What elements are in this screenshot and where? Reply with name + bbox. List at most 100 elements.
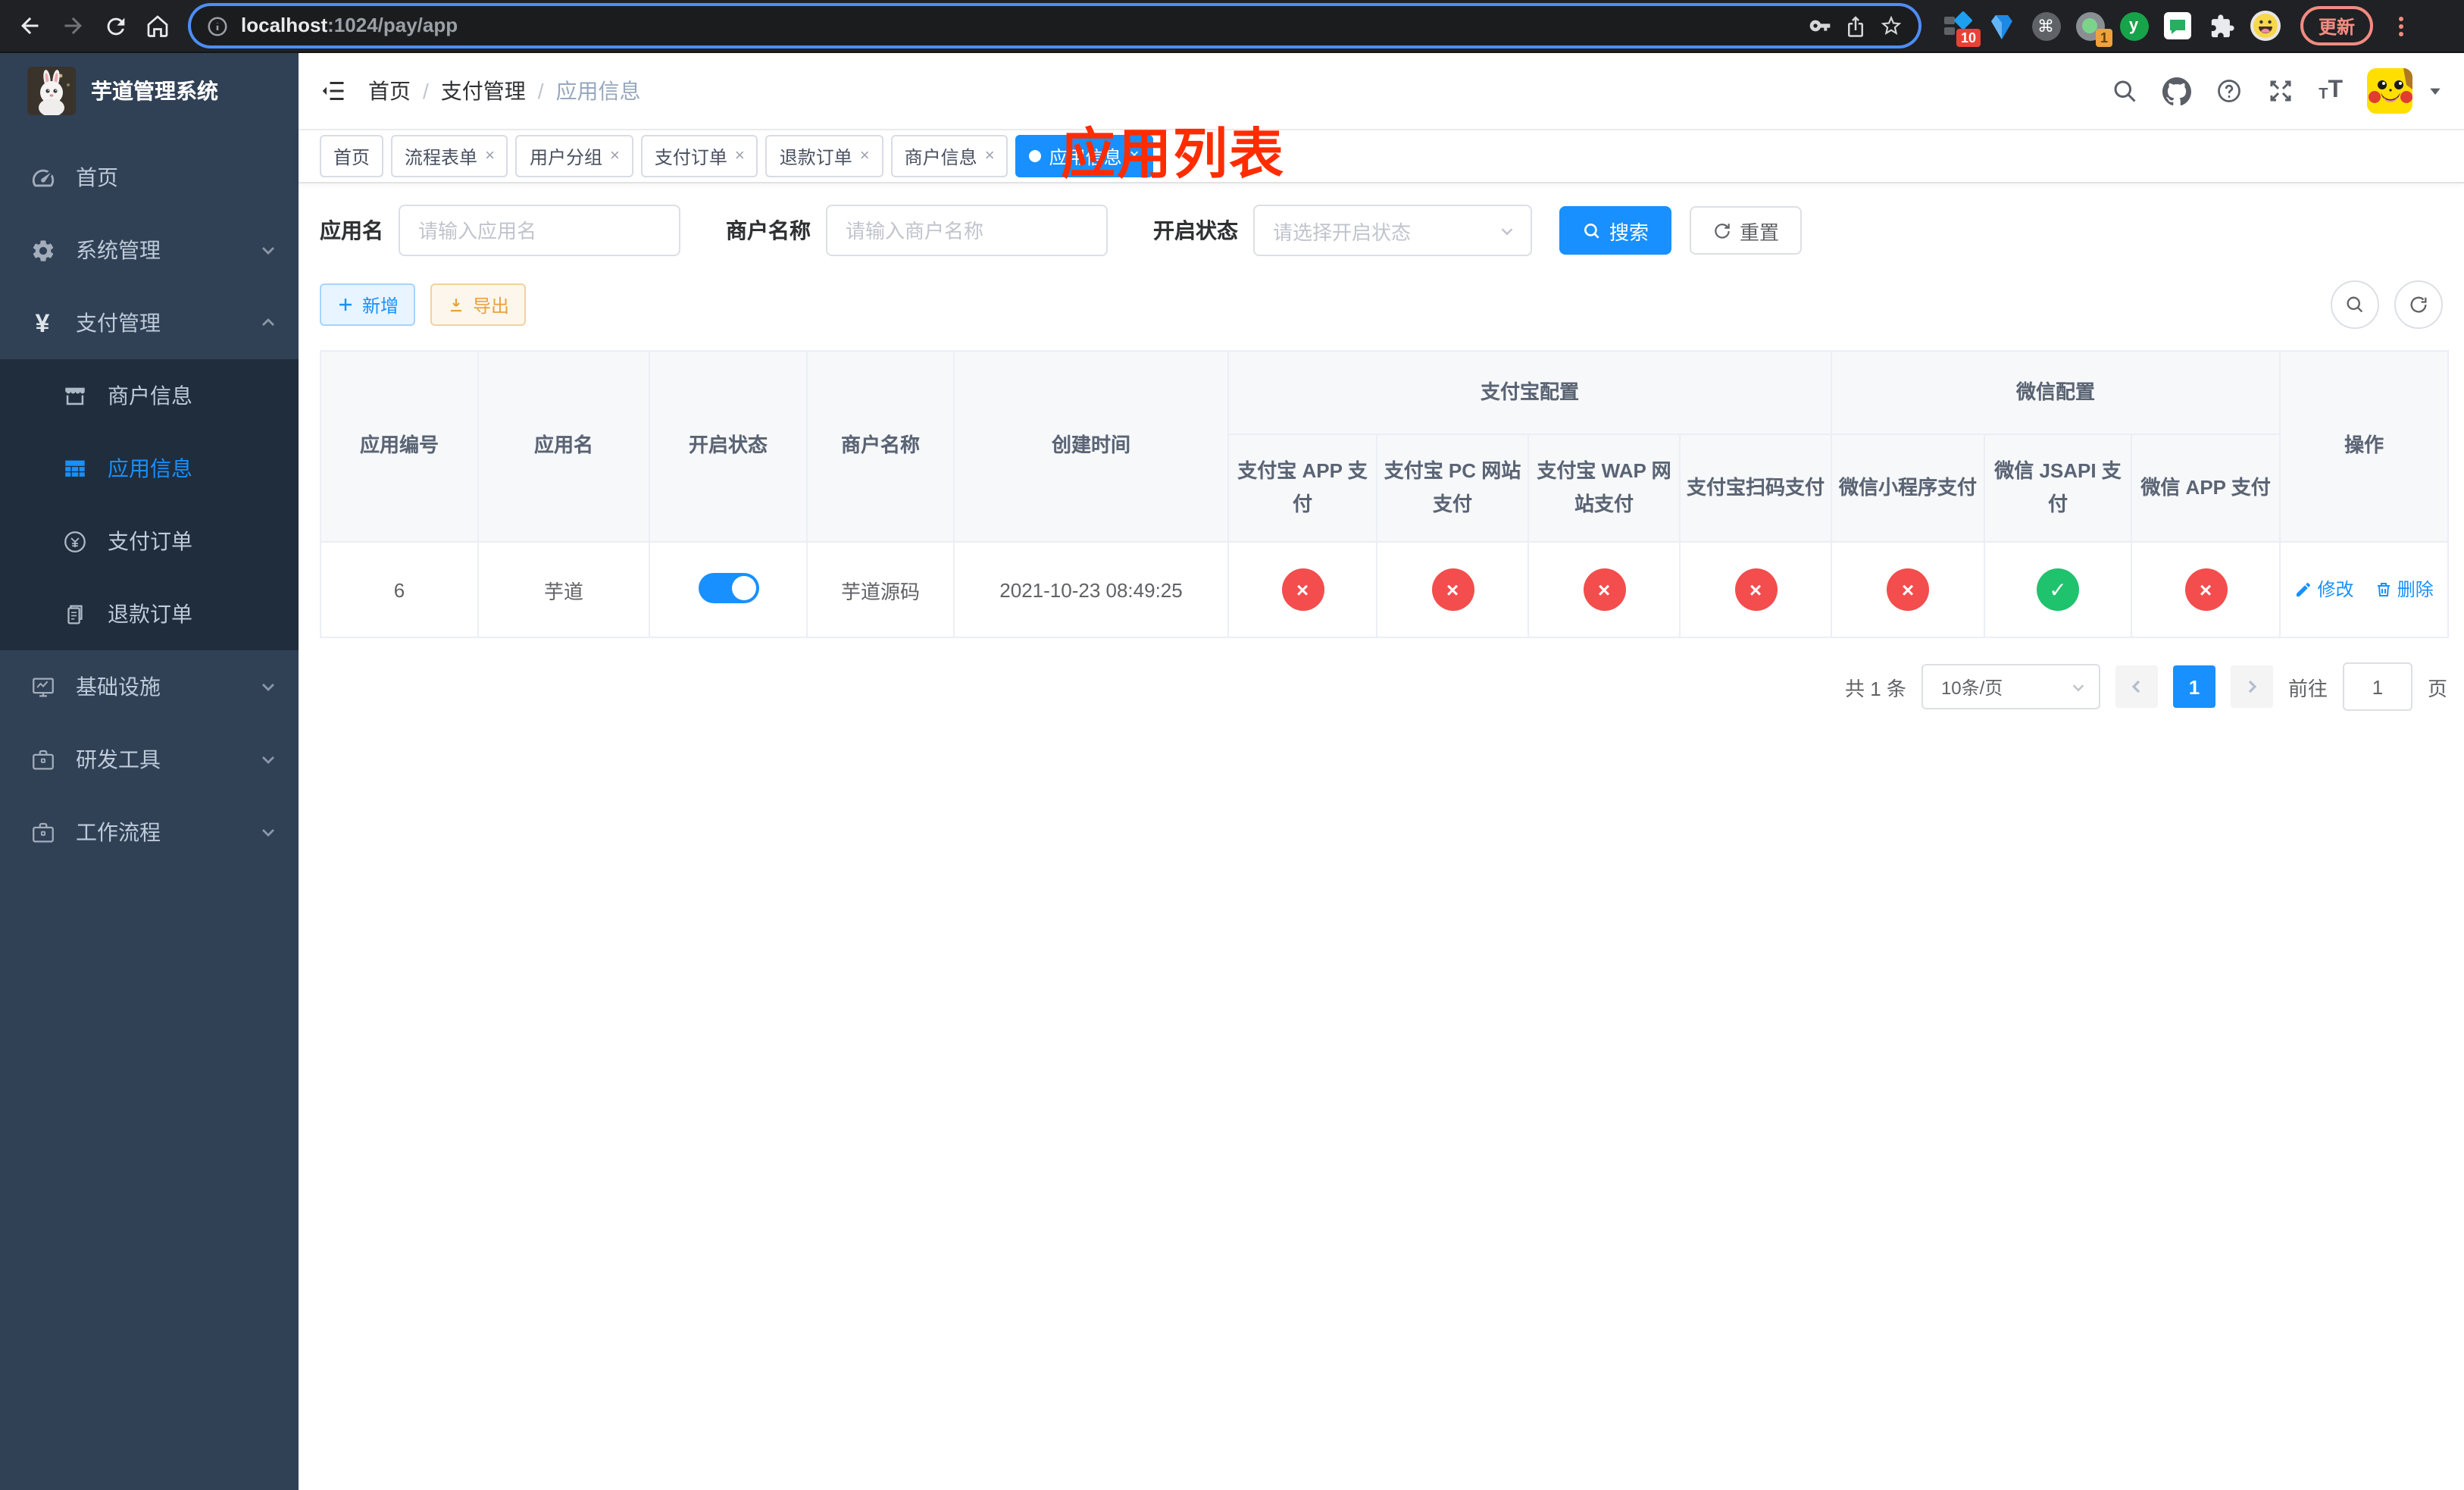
browser-menu-icon[interactable]: [2399, 16, 2404, 36]
close-icon[interactable]: ×: [735, 147, 745, 164]
extension-loom-icon[interactable]: 1: [2075, 11, 2112, 47]
tag-process-form[interactable]: 流程表单 ×: [391, 135, 508, 177]
close-icon[interactable]: ×: [485, 147, 495, 164]
chevron-down-icon: [259, 823, 277, 841]
app-table: 应用编号 应用名 开启状态 商户名称 创建时间 支付宝配置 微信配置 操作 支付…: [320, 350, 2450, 638]
tag-pay-orders[interactable]: 支付订单 ×: [640, 135, 758, 177]
sidebar-item-pay-orders[interactable]: 支付订单: [0, 505, 299, 578]
logo-rabbit-image: [27, 67, 76, 115]
reset-button[interactable]: 重置: [1690, 206, 1803, 255]
sidebar-item-workflow[interactable]: 工作流程: [0, 796, 299, 869]
share-icon[interactable]: [1844, 14, 1867, 37]
chrome-update-button[interactable]: 更新: [2300, 6, 2374, 45]
page-size-value: 10条/页: [1940, 677, 2003, 698]
search-icon[interactable]: [2111, 77, 2138, 105]
delete-link[interactable]: 删除: [2375, 577, 2434, 603]
edit-link[interactable]: 修改: [2294, 577, 2353, 603]
page-size-select[interactable]: 10条/页: [1921, 664, 2100, 709]
sidebar-item-label: 工作流程: [76, 820, 161, 844]
extension-badge: 10: [1956, 29, 1981, 47]
export-button[interactable]: 导出: [430, 283, 527, 326]
alipay-wap-status-icon: ×: [1583, 568, 1625, 611]
status-toggle[interactable]: [698, 572, 758, 603]
toggle-search-button[interactable]: [2331, 280, 2379, 329]
tag-user-group[interactable]: 用户分组 ×: [515, 135, 633, 177]
app-frame: 芋道管理系统 首页 系统管理 ¥ 支付管理 商户信息 应用信息 支付订单 退款订…: [0, 53, 2464, 1490]
breadcrumb-current: 应用信息: [555, 79, 641, 103]
extension-gem-icon[interactable]: [1987, 11, 2017, 41]
close-icon[interactable]: ×: [985, 147, 995, 164]
extensions-row: 10 ⌘ 1 y 更新: [1934, 6, 2422, 47]
breadcrumb: 首页 / 支付管理 / 应用信息: [368, 76, 641, 106]
profile-emoji-avatar[interactable]: [2250, 11, 2281, 41]
avatar-caret-icon[interactable]: [2428, 83, 2443, 99]
close-icon[interactable]: ×: [860, 147, 870, 164]
help-icon[interactable]: [2215, 77, 2243, 105]
sidebar-item-refund-orders[interactable]: 退款订单: [0, 578, 299, 650]
breadcrumb-home[interactable]: 首页: [368, 76, 411, 106]
sidebar-menu: 首页 系统管理 ¥ 支付管理 商户信息 应用信息 支付订单 退款订单 基础设施 …: [0, 141, 299, 869]
site-info-icon[interactable]: [206, 14, 229, 37]
page-number-1[interactable]: 1: [2172, 665, 2215, 708]
font-size-icon[interactable]: TT: [2319, 78, 2343, 103]
next-page-button[interactable]: [2230, 665, 2273, 708]
sidebar-fold-icon[interactable]: [320, 77, 347, 105]
sidebar-item-label: 系统管理: [76, 238, 161, 262]
search-button[interactable]: 搜索: [1559, 206, 1672, 255]
reload-icon[interactable]: [97, 8, 133, 44]
tag-home[interactable]: 首页: [320, 135, 384, 177]
download-icon: [451, 299, 462, 312]
tag-label: 退款订单: [779, 146, 852, 167]
breadcrumb-section[interactable]: 支付管理: [441, 76, 526, 106]
sidebar-item-infra[interactable]: 基础设施: [0, 650, 299, 723]
refresh-table-button[interactable]: [2394, 280, 2443, 329]
back-icon[interactable]: [12, 8, 48, 44]
close-icon[interactable]: ×: [610, 147, 620, 164]
wx-app-status-icon: ×: [2184, 568, 2228, 611]
refund-doc-icon: [59, 601, 89, 627]
forward-icon[interactable]: [55, 8, 91, 44]
extension-chat-icon[interactable]: [2162, 11, 2193, 41]
sidebar-item-system[interactable]: 系统管理: [0, 214, 299, 286]
col-group-alipay: 支付宝配置: [1227, 350, 1833, 435]
sidebar-item-home[interactable]: 首页: [0, 141, 299, 214]
password-key-icon[interactable]: [1808, 14, 1832, 38]
home-icon[interactable]: [139, 8, 176, 44]
col-actions: 操作: [2279, 350, 2450, 543]
tag-refund-orders[interactable]: 退款订单 ×: [765, 135, 883, 177]
bookmark-star-icon[interactable]: [1879, 14, 1903, 38]
merchant-name-input[interactable]: [826, 205, 1108, 256]
tag-app-info[interactable]: 应用信息 ×: [1015, 135, 1153, 177]
col-wx-mini: 微信小程序支付: [1831, 434, 1986, 543]
sidebar-item-app-info[interactable]: 应用信息: [0, 432, 299, 505]
tag-merchant-info[interactable]: 商户信息 ×: [890, 135, 1008, 177]
store-icon: [59, 383, 89, 408]
filter-form: 应用名 商户名称 开启状态 请选择开启状态: [320, 205, 2443, 256]
goto-label: 前往: [2287, 677, 2328, 700]
extension-y-icon[interactable]: y: [2118, 11, 2149, 41]
app-name-input[interactable]: [399, 205, 680, 256]
col-status: 开启状态: [649, 350, 808, 543]
extension-diamond-icon[interactable]: 10: [1943, 11, 1981, 47]
col-create-time: 创建时间: [953, 350, 1229, 543]
extensions-puzzle-icon[interactable]: [2206, 11, 2237, 41]
app-logo[interactable]: 芋道管理系统: [0, 53, 299, 129]
fullscreen-icon[interactable]: [2267, 77, 2294, 105]
prev-page-button[interactable]: [2115, 665, 2158, 708]
sidebar-item-merchant-info[interactable]: 商户信息: [0, 359, 299, 432]
goto-page-input[interactable]: [2342, 662, 2412, 711]
address-bar[interactable]: localhost:1024/pay/app: [191, 6, 1918, 45]
add-button[interactable]: 新增: [320, 283, 416, 326]
github-icon[interactable]: [2162, 77, 2192, 105]
status-select[interactable]: 请选择开启状态: [1253, 205, 1532, 256]
close-icon[interactable]: ×: [1130, 147, 1140, 164]
col-group-wechat: 微信配置: [1831, 350, 2281, 435]
extension-cmd-icon[interactable]: ⌘: [2031, 11, 2061, 41]
tag-label: 流程表单: [405, 146, 478, 167]
cell-actions: 修改 删除: [2279, 541, 2450, 638]
sidebar-item-payment[interactable]: ¥ 支付管理: [0, 286, 299, 359]
col-alipay-app: 支付宝 APP 支付: [1227, 434, 1377, 543]
navbar-right: TT: [2111, 68, 2443, 114]
sidebar-item-dev-tools[interactable]: 研发工具: [0, 723, 299, 796]
user-avatar[interactable]: [2367, 68, 2412, 114]
